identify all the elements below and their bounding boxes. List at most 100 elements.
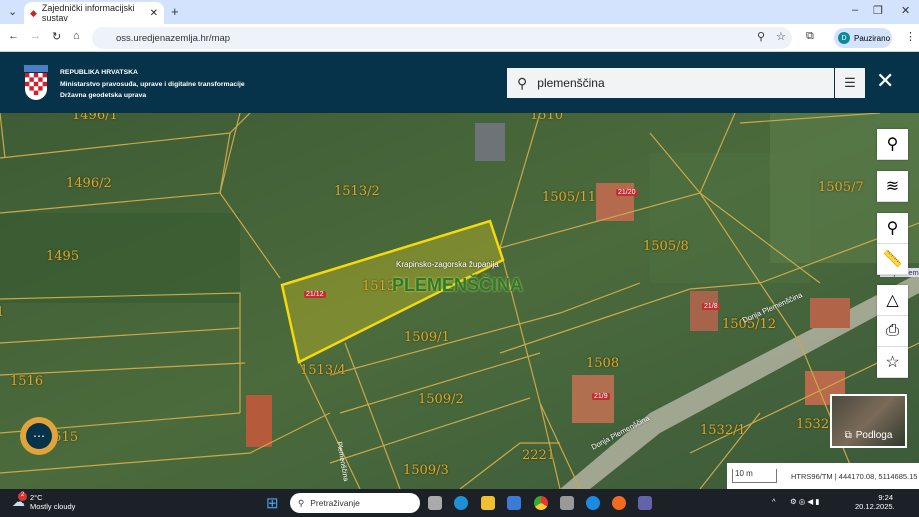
taskbar: ☁ 2°C Mostly cloudy 2 ⊞ ⚲ Pretraživanje ^ … [0, 489, 919, 517]
url-field[interactable]: oss.uredjenazemlja.hr/map [92, 27, 792, 49]
house-number-label: 21/9 [592, 393, 610, 400]
forward-icon[interactable]: → [30, 30, 41, 42]
app-header: REPUBLIKA HRVATSKA Ministarstvo pravosuđ… [0, 52, 919, 113]
coat-of-arms-logo [24, 65, 48, 100]
date: 20.12.2025. [855, 502, 895, 511]
weather-widget[interactable]: ☁ 2°C Mostly cloudy 2 [12, 492, 76, 511]
print-icon[interactable]: ⎙ [877, 316, 908, 347]
url-text: oss.uredjenazemlja.hr/map [116, 32, 231, 44]
task-view-icon[interactable] [428, 496, 442, 510]
filter-button[interactable]: ☰ [835, 68, 865, 98]
teams-icon[interactable] [638, 496, 652, 510]
org-line: Ministarstvo pravosuđa, uprave i digital… [60, 80, 245, 88]
parcel-label: 1508 [586, 356, 620, 371]
basemap-label: Podloga [855, 430, 893, 441]
pin-icon[interactable]: ⚲ [877, 129, 908, 160]
tool-group-measure: ⚲ 📏 [877, 213, 908, 275]
weather-text: Mostly cloudy [30, 502, 76, 511]
zoom-to-location-icon[interactable]: ⚲ [877, 213, 908, 244]
tab-title: Zajednički informacijski sustav [41, 3, 135, 23]
taskbar-search[interactable]: ⚲ Pretraživanje [290, 493, 420, 513]
location-tool[interactable]: ⚲ [877, 129, 908, 160]
firefox-icon[interactable] [612, 496, 626, 510]
parcel-label: 1 [0, 305, 5, 320]
basemap-switcher[interactable]: ⧉ Podloga [830, 394, 907, 448]
chat-button[interactable]: ⋯ [20, 417, 58, 455]
shapes-icon[interactable]: △ [877, 285, 908, 316]
coordinates-readout: HTRS96/TM | 444170.08, 5114685.15 [791, 471, 918, 481]
search-icon: ⚲ [517, 74, 528, 91]
tray-icons[interactable]: ⚙ ◎ ◀ ▮ [790, 497, 819, 506]
restore-icon[interactable]: ❐ [873, 4, 883, 17]
profile-button[interactable]: D Pauzirano [834, 28, 892, 48]
avatar: D [838, 32, 850, 44]
building [475, 123, 505, 161]
parcel-label: 1516 [10, 374, 44, 389]
parcel-label: 1510 [530, 113, 564, 123]
parcel-label: 1509/3 [403, 463, 449, 478]
parcel-label: 1513/4 [300, 363, 346, 378]
browser-tab[interactable]: ◆ Zajednički informacijski sustav ✕ [24, 2, 164, 24]
parcel-label: 1496/1 [72, 113, 118, 123]
parcel-label: 1509/2 [418, 392, 464, 407]
organization-name: REPUBLIKA HRVATSKA Ministarstvo pravosuđ… [60, 67, 245, 102]
skype-icon[interactable] [586, 496, 600, 510]
parcel-label: 1513/2 [334, 184, 380, 199]
county-label: Krapinsko-zagorska županija [396, 260, 499, 269]
new-tab-icon[interactable]: + [171, 4, 179, 19]
org-line: Državna geodetska uprava [60, 92, 147, 99]
parcel-label: 1532 [796, 417, 830, 432]
basemap-icon: ⧉ [844, 430, 852, 441]
house-number-label: 21/20 [616, 189, 638, 196]
scale-and-coordinates: 10 m HTRS96/TM | 444170.08, 5114685.15 [727, 463, 919, 489]
reload-icon[interactable]: ↻ [52, 30, 61, 43]
window-close-icon[interactable]: ✕ [901, 4, 910, 17]
app-icon[interactable] [560, 496, 574, 510]
minimize-icon[interactable]: – [852, 4, 858, 16]
building [690, 291, 718, 331]
parcel-label: 1505/11 [542, 190, 597, 205]
house-number-label: 21/12 [304, 291, 326, 298]
browser-tab-bar: ⌄ ◆ Zajednički informacijski sustav ✕ + … [0, 0, 919, 24]
bookmark-star-icon[interactable]: ☆ [776, 30, 786, 43]
parcel-label: 1496/2 [66, 176, 112, 191]
layers-tool[interactable]: ≋ [877, 171, 908, 202]
tab-list-icon[interactable]: ⌄ [8, 5, 17, 18]
time: 9:24 [878, 493, 893, 502]
menu-icon[interactable]: ⋮ [905, 30, 916, 43]
building [810, 298, 850, 328]
close-search-button[interactable]: ✕ [876, 68, 894, 94]
parcel-label: 2221 [522, 448, 556, 463]
house-number-label: 21/8 [702, 303, 720, 310]
parcel-label: 1505/8 [643, 239, 689, 254]
file-explorer-icon[interactable] [481, 496, 495, 510]
layers-icon[interactable]: ≋ [877, 171, 908, 202]
parcel-label: 1532/1 [700, 423, 746, 438]
close-tab-icon[interactable]: ✕ [150, 8, 158, 19]
address-bar-row: ← → ↻ ⌂ oss.uredjenazemlja.hr/map ⚲ ☆ ⧉ … [0, 24, 919, 52]
map-canvas[interactable]: 1496/1 1496/2 1495 1516 1515 1513/2 1510 1505/1… [0, 113, 919, 489]
chat-icon: ⋯ [26, 423, 52, 449]
parcel-label: 1505/7 [818, 180, 864, 195]
tray-chevron-icon[interactable]: ^ [772, 497, 776, 506]
org-line: REPUBLIKA HRVATSKA [60, 69, 138, 76]
ruler-icon[interactable]: 📏 [877, 244, 908, 275]
mail-icon[interactable] [507, 496, 521, 510]
home-icon[interactable]: ⌂ [73, 30, 80, 42]
windows-start-icon[interactable]: ⊞ [266, 494, 279, 512]
parcel-label: 1509/1 [404, 330, 450, 345]
site-favicon-icon: ◆ [30, 7, 37, 18]
back-icon[interactable]: ← [8, 30, 19, 42]
sliders-icon: ☰ [844, 75, 856, 90]
chrome-icon[interactable] [534, 496, 548, 510]
search-input[interactable]: ⚲ plemenščina [507, 68, 834, 98]
clock[interactable]: 9:24 20.12.2025. [855, 493, 895, 511]
favorite-star-icon[interactable]: ☆ [877, 347, 908, 378]
edge-icon[interactable] [454, 496, 468, 510]
weather-badge: 2 [18, 492, 27, 501]
extensions-icon[interactable]: ⧉ [806, 30, 814, 43]
taskbar-search-placeholder: Pretraživanje [310, 498, 360, 508]
scale-bar: 10 m [732, 469, 777, 483]
search-icon: ⚲ [298, 497, 305, 508]
location-icon[interactable]: ⚲ [757, 30, 765, 43]
